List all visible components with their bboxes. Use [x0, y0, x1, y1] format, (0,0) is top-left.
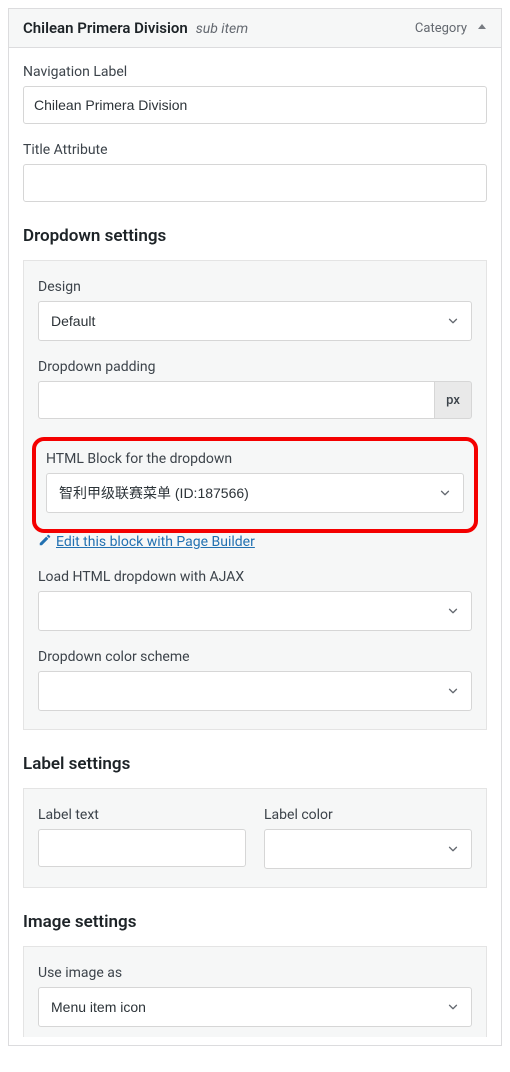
panel-type-label: Category	[415, 21, 467, 36]
use-image-as-label: Use image as	[38, 965, 472, 981]
navigation-label-input[interactable]	[23, 86, 487, 124]
navigation-label-label: Navigation Label	[23, 64, 487, 80]
ajax-label: Load HTML dropdown with AJAX	[38, 569, 472, 585]
label-settings-heading: Label settings	[9, 754, 501, 774]
panel-title: Chilean Primera Division	[23, 19, 188, 37]
design-select[interactable]: Default	[38, 301, 472, 341]
label-text-label: Label text	[38, 807, 246, 823]
label-text-input[interactable]	[38, 829, 246, 867]
image-settings-heading: Image settings	[9, 912, 501, 932]
navigation-label-group: Navigation Label	[23, 64, 487, 124]
color-scheme-select[interactable]	[38, 671, 472, 711]
design-label: Design	[38, 279, 472, 295]
color-scheme-label: Dropdown color scheme	[38, 649, 472, 665]
ajax-group: Load HTML dropdown with AJAX	[38, 569, 472, 631]
image-settings-box: Use image as Menu item icon	[23, 946, 487, 1037]
title-attribute-input[interactable]	[23, 164, 487, 202]
ajax-select[interactable]	[38, 591, 472, 631]
dropdown-padding-label: Dropdown padding	[38, 359, 472, 375]
edit-link-row: Edit this block with Page Builder	[38, 535, 472, 551]
edit-block-link-text: Edit this block with Page Builder	[56, 534, 255, 550]
dropdown-padding-group: Dropdown padding px	[38, 359, 472, 419]
dropdown-padding-input[interactable]	[38, 381, 434, 419]
panel-header-left: Chilean Primera Division sub item	[23, 19, 248, 37]
collapse-toggle-icon[interactable]	[477, 22, 487, 35]
label-text-group: Label text	[38, 807, 246, 869]
use-image-as-group: Use image as Menu item icon	[38, 965, 472, 1027]
pencil-icon	[38, 533, 52, 551]
panel-header-right: Category	[415, 21, 487, 36]
title-attribute-group: Title Attribute	[23, 142, 487, 202]
dropdown-settings-box: Design Default Dropdown padding px HTML …	[23, 260, 487, 730]
title-attribute-label: Title Attribute	[23, 142, 487, 158]
dropdown-settings-heading: Dropdown settings	[9, 226, 501, 246]
edit-block-link[interactable]: Edit this block with Page Builder	[38, 533, 255, 551]
panel-header[interactable]: Chilean Primera Division sub item Catego…	[9, 9, 501, 48]
label-color-label: Label color	[264, 807, 472, 823]
html-block-group: HTML Block for the dropdown 智利甲级联赛菜单 (ID…	[46, 451, 464, 513]
use-image-as-select[interactable]: Menu item icon	[38, 987, 472, 1027]
px-unit-label: px	[434, 381, 472, 419]
html-block-label: HTML Block for the dropdown	[46, 451, 464, 467]
label-settings-box: Label text Label color	[23, 788, 487, 888]
html-block-select[interactable]: 智利甲级联赛菜单 (ID:187566)	[46, 473, 464, 513]
highlight-annotation: HTML Block for the dropdown 智利甲级联赛菜单 (ID…	[32, 437, 478, 533]
design-group: Design Default	[38, 279, 472, 341]
panel-subitem: sub item	[196, 21, 248, 37]
color-scheme-group: Dropdown color scheme	[38, 649, 472, 711]
menu-item-panel: Chilean Primera Division sub item Catego…	[8, 8, 502, 1046]
panel-body: Navigation Label Title Attribute	[9, 48, 501, 202]
label-color-select[interactable]	[264, 829, 472, 869]
label-color-group: Label color	[264, 807, 472, 869]
